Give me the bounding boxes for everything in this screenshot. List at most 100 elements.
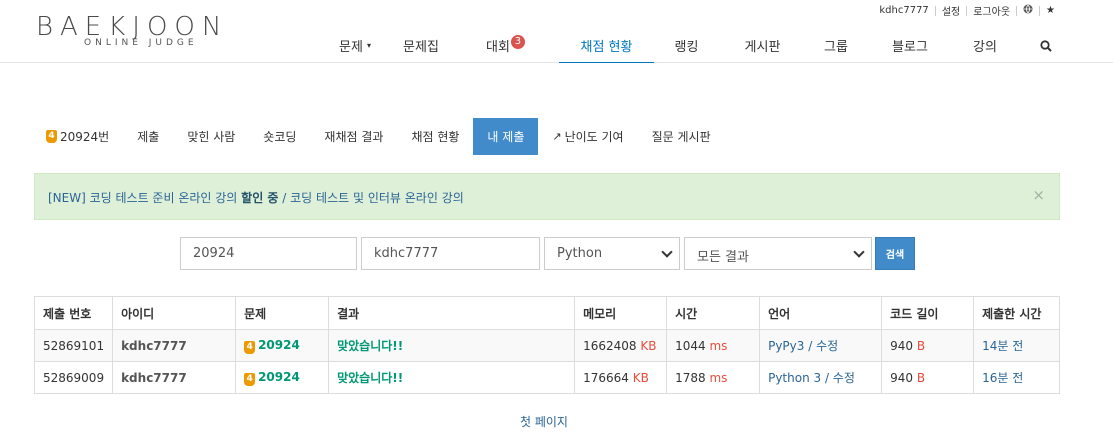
column-header: 코드 길이 [881, 296, 975, 330]
memory-cell: 1662408 KB [574, 329, 668, 362]
time-value: 1788 [675, 370, 706, 385]
subnav-status[interactable]: 채점 현황 [397, 118, 473, 155]
submission-id: 52869009 [33, 361, 114, 394]
nav-item-contest[interactable]: 대회 3 [452, 28, 559, 63]
edit-link[interactable]: 수정 [816, 339, 838, 353]
subnav-submit[interactable]: 제출 [123, 118, 173, 155]
subnav-rejudge[interactable]: 재채점 결과 [310, 118, 397, 155]
logout-link[interactable]: 로그아웃 [967, 3, 1016, 18]
nav-item-blog[interactable]: 블로그 [866, 28, 954, 63]
language-link[interactable]: Python 3 [768, 371, 821, 385]
nav-label: 채점 현황 [580, 39, 633, 55]
settings-link[interactable]: 설정 [936, 3, 966, 18]
subnav-label: 제출 [137, 130, 160, 144]
nav-item-lecture[interactable]: 강의 [954, 28, 1016, 63]
nav-label: 블로그 [892, 40, 928, 55]
column-header: 언어 [759, 296, 883, 330]
username-link[interactable]: kdhc7777 [873, 5, 934, 16]
language-cell: PyPy3 / 수정 [759, 329, 883, 362]
nav-label: 강의 [973, 40, 997, 55]
user-link[interactable]: kdhc7777 [112, 329, 237, 362]
subnav-label: 난이도 기여 [564, 130, 624, 144]
subnav-my-submissions[interactable]: 내 제출 [473, 118, 539, 155]
contest-badge: 3 [510, 34, 525, 49]
lecture-link[interactable]: / 코딩 테스트 및 인터뷰 온라인 강의 [278, 191, 464, 205]
subnav-qna[interactable]: 질문 게시판 [638, 118, 725, 155]
subnav-label: 내 제출 [487, 130, 525, 144]
nav-item-workbook[interactable]: 문제집 [390, 28, 452, 63]
search-submit-button[interactable]: 검색 [875, 237, 915, 270]
memory-cell: 176664 KB [574, 361, 668, 394]
subnav-problem[interactable]: 4 20924번 [35, 118, 123, 155]
subnav-difficulty[interactable]: ↗ 난이도 기여 [538, 118, 637, 155]
chevron-down-icon [853, 246, 865, 258]
result-text: 맞았습니다!! [328, 361, 576, 394]
subnav-label: 숏코딩 [263, 130, 297, 144]
submitted-time[interactable]: 16분 전 [973, 361, 1060, 394]
logo-subtitle: ONLINE JUDGE [84, 38, 198, 48]
first-page-link[interactable]: 첫 페이지 [0, 413, 1088, 430]
time-cell: 1044 ms [666, 329, 761, 362]
globe-icon[interactable] [1017, 4, 1039, 17]
memory-unit: KB [632, 370, 649, 385]
code-length-unit: B [916, 338, 926, 353]
submitted-time[interactable]: 14분 전 [973, 329, 1060, 362]
subnav-label: 맞힌 사람 [187, 130, 236, 144]
result-select[interactable]: 모든 결과 [684, 237, 872, 270]
nav-item-status[interactable]: 채점 현황 [559, 28, 654, 63]
subnav-solvers[interactable]: 맞힌 사람 [173, 118, 249, 155]
subnav-short-coding[interactable]: 숏코딩 [249, 118, 310, 155]
promo-bold: 할인 중 [241, 191, 279, 205]
user-link[interactable]: kdhc7777 [112, 361, 237, 394]
result-text: 맞았습니다!! [328, 329, 576, 362]
language-select[interactable]: Python [544, 237, 680, 270]
column-header: 제출 번호 [33, 296, 114, 330]
submission-id: 52869101 [33, 329, 114, 362]
code-length-value: 940 [890, 370, 913, 385]
nav-label: 게시판 [744, 40, 781, 55]
problem-link[interactable]: 20924 [258, 338, 300, 352]
column-header: 문제 [235, 296, 330, 330]
promo-link[interactable]: [NEW] 코딩 테스트 준비 온라인 강의 할인 중 [48, 191, 278, 205]
nav-label: 문제 [339, 40, 363, 55]
memory-value: 1662408 [583, 338, 637, 353]
star-icon[interactable]: ★ [1040, 5, 1061, 16]
chevron-down-icon [661, 246, 673, 258]
nav-label: 그룹 [824, 40, 848, 55]
column-header: 제출한 시간 [973, 296, 1060, 330]
result-value: 모든 결과 [697, 250, 749, 265]
site-logo[interactable]: BAEKJOON ONLINE JUDGE [36, 12, 266, 52]
nav-item-board[interactable]: 게시판 [719, 28, 806, 63]
code-length-cell: 940 B [881, 329, 975, 362]
memory-unit: KB [640, 338, 657, 353]
code-length-unit: B [916, 370, 926, 385]
level-icon: 4 [244, 372, 256, 386]
nav-item-problems[interactable]: 문제 ▾ [320, 28, 390, 63]
user-id-input[interactable]: kdhc7777 [361, 237, 540, 270]
site-header: BAEKJOON ONLINE JUDGE kdhc7777 설정 로그아웃 ★… [0, 0, 1113, 63]
search-icon [1040, 39, 1052, 52]
level-icon: 4 [244, 340, 256, 354]
subnav-label: 채점 현황 [411, 130, 460, 144]
language-link[interactable]: PyPy3 [768, 339, 804, 353]
column-header: 아이디 [112, 296, 237, 330]
table-header: 제출 번호 아이디 문제 결과 메모리 시간 언어 코드 길이 제출한 시간 [33, 296, 1060, 330]
nav-label: 문제집 [403, 40, 439, 55]
external-link-icon: ↗ [552, 130, 562, 143]
level-icon: 4 [46, 130, 57, 143]
nav-item-ranking[interactable]: 랭킹 [654, 28, 719, 63]
code-length-value: 940 [890, 338, 913, 353]
nav-label: 대회 [486, 40, 510, 55]
chevron-down-icon: ▾ [366, 41, 371, 50]
problem-subnav: 4 20924번 제출 맞힌 사람 숏코딩 재채점 결과 채점 현황 내 제출 ↗… [35, 118, 725, 155]
time-value: 1044 [675, 338, 706, 353]
problem-link[interactable]: 20924 [258, 370, 300, 384]
problem-id-input[interactable]: 20924 [180, 237, 357, 270]
close-icon[interactable]: × [1032, 186, 1045, 204]
table-row: 52869101 kdhc7777 4 20924 맞았습니다!! 1662408… [33, 329, 1060, 362]
main-nav: 문제 ▾ 문제집 대회 3 채점 현황 랭킹 게시판 그룹 블로그 강의 [320, 28, 1076, 63]
edit-link[interactable]: 수정 [833, 371, 855, 385]
nav-item-group[interactable]: 그룹 [806, 28, 866, 63]
promo-text: [NEW] 코딩 테스트 준비 온라인 강의 [48, 191, 242, 205]
search-button[interactable] [1016, 28, 1076, 63]
